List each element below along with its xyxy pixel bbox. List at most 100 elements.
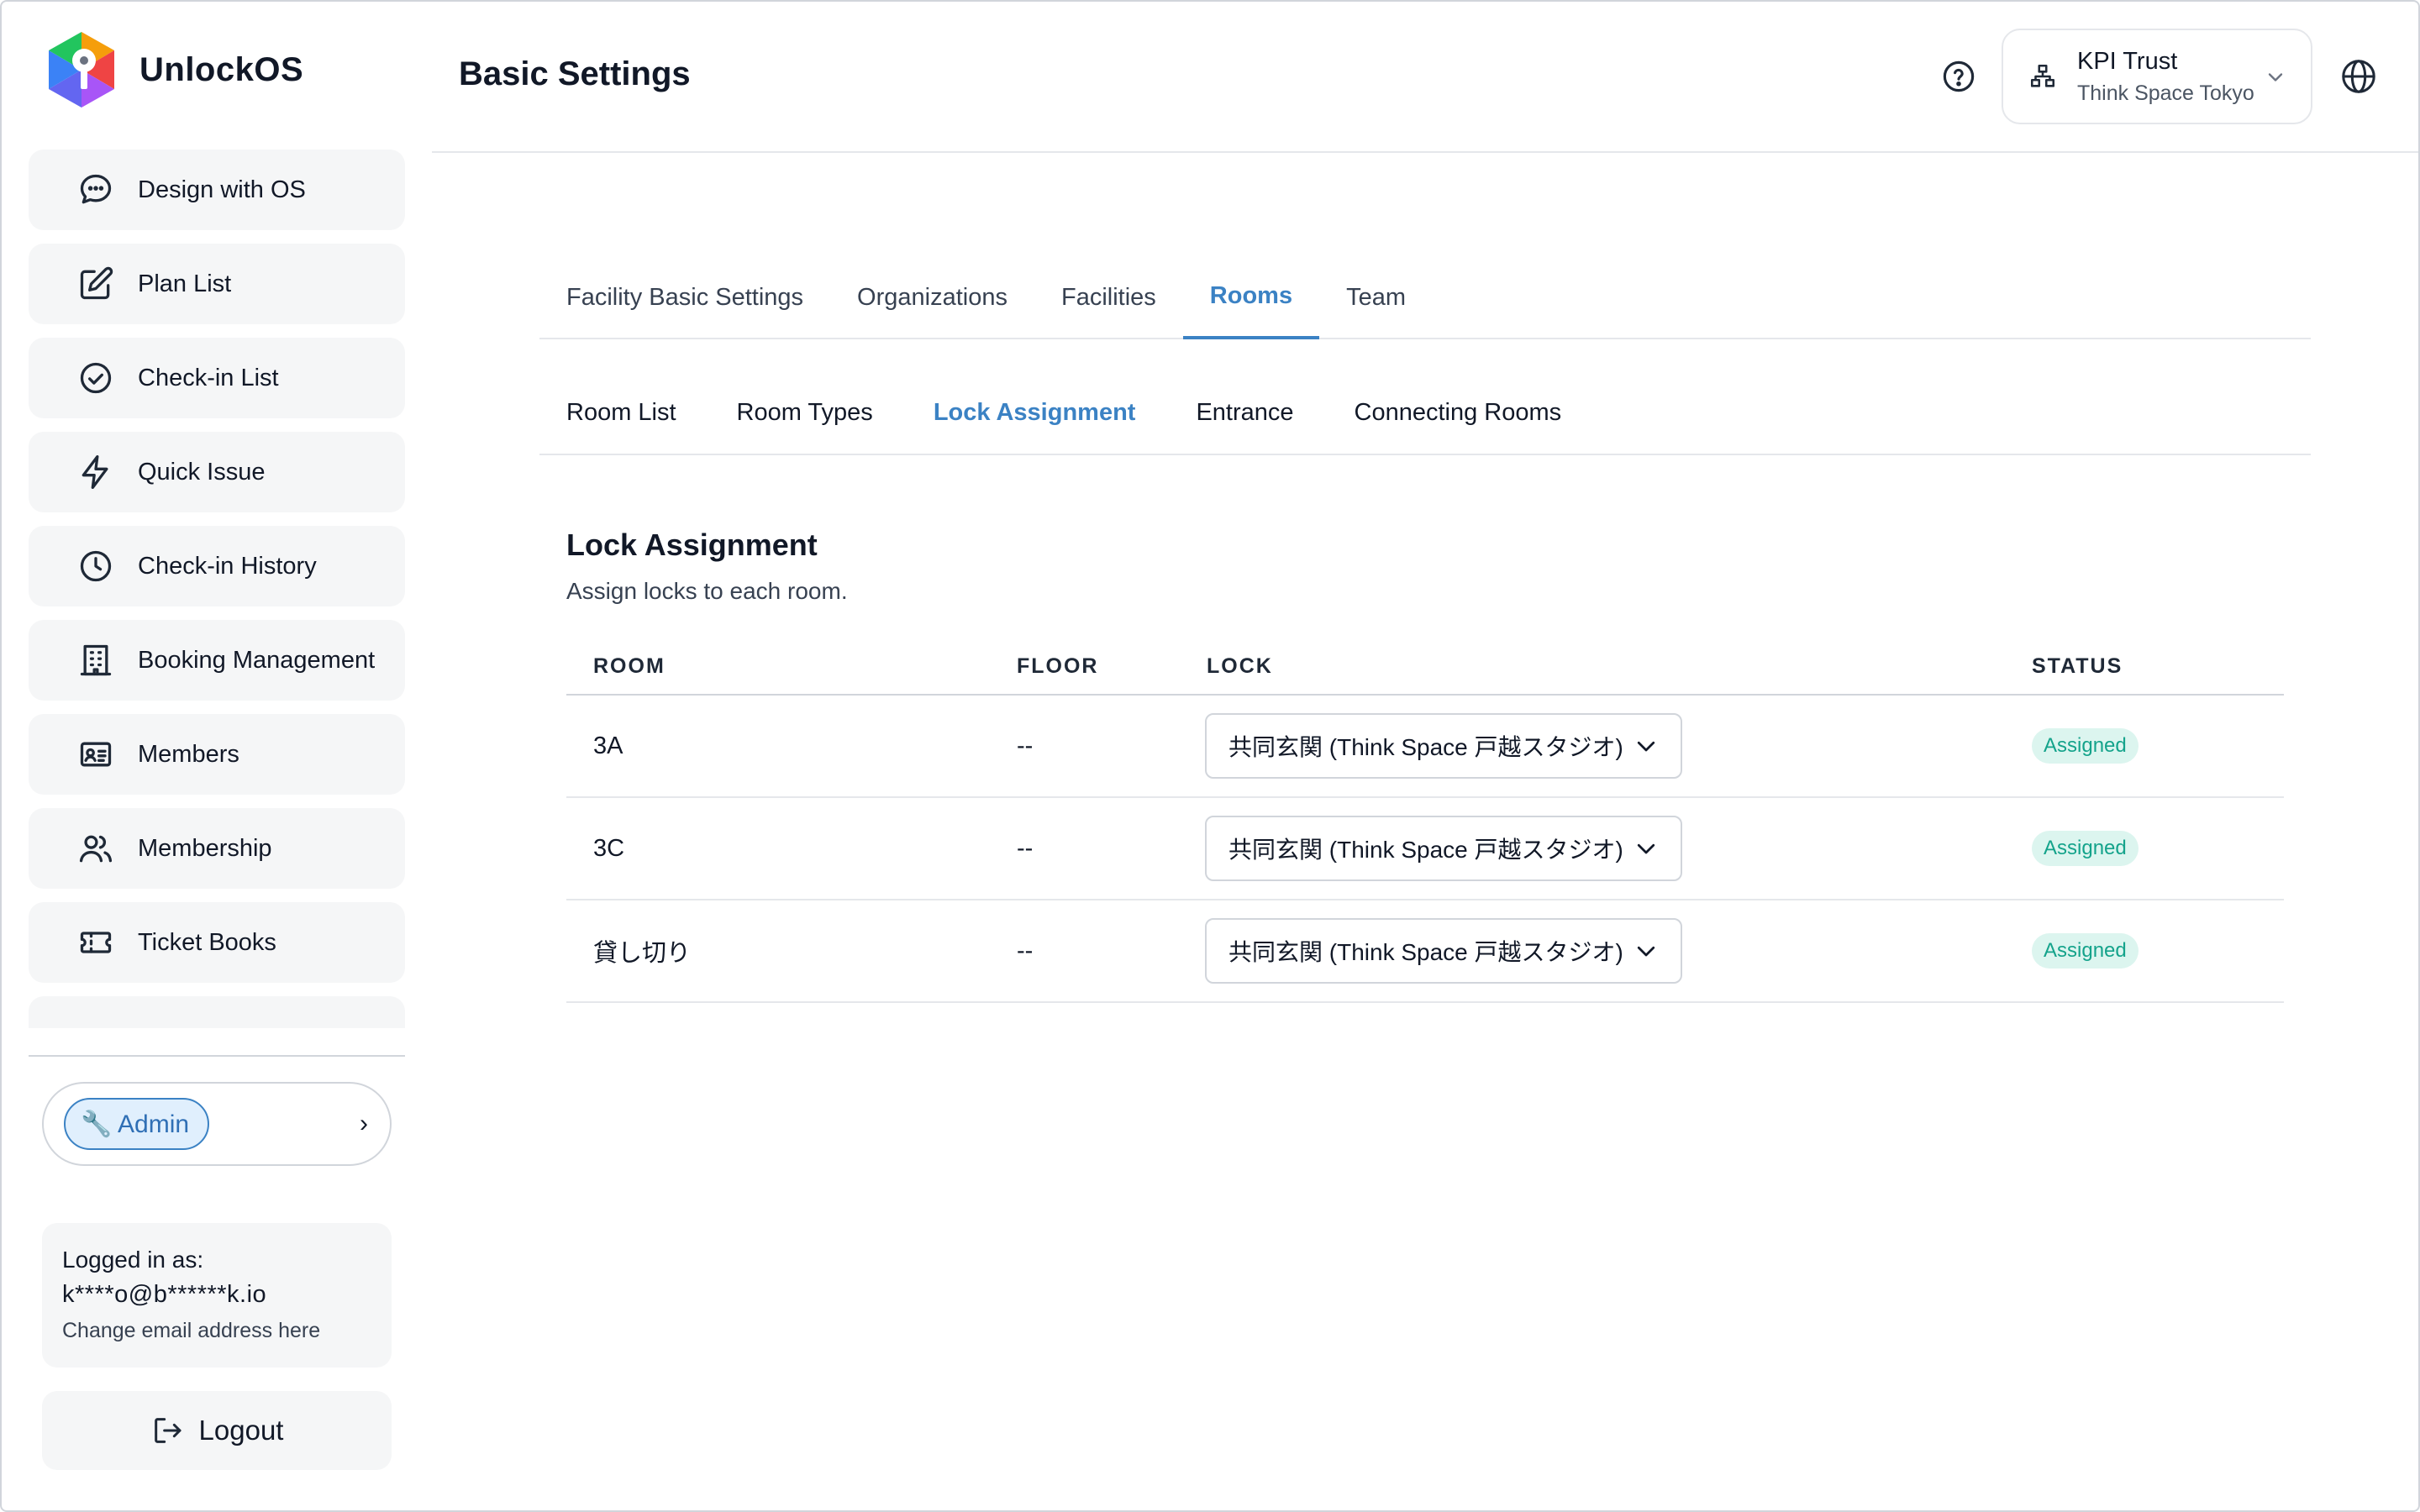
organization-name: KPI Trust	[2077, 48, 2178, 75]
subtab-lock-assignment[interactable]: Lock Assignment	[903, 381, 1166, 454]
sidebar-item-label: Members	[138, 740, 239, 768]
organization-switcher[interactable]: KPI Trust Think Space Tokyo	[2002, 29, 2312, 124]
tab-facility-basic-settings[interactable]: Facility Basic Settings	[539, 265, 830, 339]
chevron-down-icon	[2268, 73, 2283, 81]
ticket-icon	[80, 932, 112, 953]
sidebar-item-design-with-os[interactable]: Design with OS	[29, 150, 405, 230]
section-title: Lock Assignment	[566, 528, 818, 562]
admin-role-badge: 🔧 Admin	[64, 1098, 210, 1150]
sidebar-item-label: Check-in List	[138, 364, 279, 391]
help-icon[interactable]	[1941, 59, 1976, 94]
sidebar-divider	[29, 1055, 405, 1057]
sidebar-item-ticket-books[interactable]: Ticket Books	[29, 902, 405, 983]
table-row: 貸し切り -- 共同玄関 (Think Space 戸越スタジオ) Assign…	[566, 900, 2284, 1003]
building-icon	[80, 644, 112, 676]
lock-assignment-table: ROOM FLOOR LOCK STATUS 3A -- 共同玄関 (Think…	[566, 638, 2284, 1003]
chevron-down-icon	[1637, 843, 1655, 854]
sidebar: UnlockOS Design with OS Plan List Check-…	[0, 0, 432, 1512]
sidebar-item-quick-issue[interactable]: Quick Issue	[29, 432, 405, 512]
status-cell: Assigned	[2023, 933, 2284, 969]
brand-name: UnlockOS	[139, 50, 304, 88]
subtab-entrance[interactable]: Entrance	[1165, 381, 1323, 454]
lock-select[interactable]: 共同玄関 (Think Space 戸越スタジオ)	[1205, 816, 1682, 881]
rooms-subtabs: Room List Room Types Lock Assignment Ent…	[539, 381, 2311, 455]
lock-cell: 共同玄関 (Think Space 戸越スタジオ)	[1188, 816, 2023, 881]
check-circle-icon	[80, 362, 112, 394]
floor-cell: --	[1017, 834, 1034, 862]
status-badge: Assigned	[2032, 728, 2139, 764]
chat-bubble-icon	[80, 174, 112, 204]
column-header-room: ROOM	[593, 654, 666, 678]
sidebar-item-label: Booking Management	[138, 646, 376, 674]
logout-icon	[154, 1418, 182, 1443]
logout-button[interactable]: Logout	[42, 1391, 392, 1470]
login-label: Logged in as:	[62, 1247, 204, 1273]
sidebar-item-label: Ticket Books	[138, 928, 276, 956]
unlockos-logo-icon	[49, 32, 114, 108]
role-switcher[interactable]: 🔧 Admin ›	[42, 1082, 392, 1166]
globe-icon[interactable]	[2339, 57, 2378, 96]
column-header-lock: LOCK	[1207, 654, 1273, 678]
room-cell: 3C	[593, 834, 625, 862]
sidebar-item-partial[interactable]	[29, 996, 405, 1028]
tab-organizations[interactable]: Organizations	[830, 265, 1034, 339]
status-cell: Assigned	[2023, 831, 2284, 866]
sidebar-item-label: Design with OS	[138, 176, 306, 203]
edit-icon	[80, 266, 113, 300]
floor-cell: --	[1017, 937, 1034, 964]
sidebar-item-membership[interactable]: Membership	[29, 808, 405, 889]
change-email-link[interactable]: Change email address here	[62, 1312, 371, 1349]
lightning-icon	[82, 455, 108, 489]
sidebar-nav: Design with OS Plan List Check-in List Q…	[29, 150, 405, 1028]
partial-icon	[77, 1018, 114, 1028]
subtab-room-list[interactable]: Room List	[539, 381, 707, 454]
table-header: ROOM FLOOR LOCK STATUS	[566, 638, 2284, 696]
sidebar-item-check-in-history[interactable]: Check-in History	[29, 526, 405, 606]
table-row: 3C -- 共同玄関 (Think Space 戸越スタジオ) Assigned	[566, 798, 2284, 900]
floor-cell: --	[1017, 732, 1034, 759]
status-badge: Assigned	[2032, 831, 2139, 866]
subtab-connecting-rooms[interactable]: Connecting Rooms	[1324, 381, 1592, 454]
sidebar-item-label: Quick Issue	[138, 458, 266, 486]
chevron-right-icon: ›	[360, 1110, 368, 1137]
users-icon	[79, 835, 113, 863]
chevron-down-icon	[1637, 946, 1655, 957]
lock-select-value: 共同玄関 (Think Space 戸越スタジオ)	[1228, 734, 1623, 760]
page-title: Basic Settings	[459, 55, 691, 92]
lock-cell: 共同玄関 (Think Space 戸越スタジオ)	[1188, 918, 2023, 984]
sidebar-item-plan-list[interactable]: Plan List	[29, 244, 405, 324]
sidebar-item-check-in-list[interactable]: Check-in List	[29, 338, 405, 418]
status-cell: Assigned	[2023, 728, 2284, 764]
tab-rooms[interactable]: Rooms	[1182, 265, 1320, 339]
id-card-icon	[80, 742, 112, 767]
brand[interactable]: UnlockOS	[49, 32, 303, 108]
sidebar-item-booking-management[interactable]: Booking Management	[29, 620, 405, 701]
column-header-status: STATUS	[2032, 654, 2123, 678]
sidebar-item-label: Plan List	[138, 270, 232, 297]
room-cell: 3A	[593, 732, 623, 759]
hierarchy-icon	[2030, 64, 2055, 87]
login-info: Logged in as: k****o@b******k.io Change …	[42, 1223, 392, 1368]
lock-select-value: 共同玄関 (Think Space 戸越スタジオ)	[1228, 939, 1623, 965]
lock-cell: 共同玄関 (Think Space 戸越スタジオ)	[1188, 713, 2023, 779]
lock-select-value: 共同玄関 (Think Space 戸越スタジオ)	[1228, 837, 1623, 863]
lock-select[interactable]: 共同玄関 (Think Space 戸越スタジオ)	[1205, 713, 1682, 779]
room-cell: 貸し切り	[593, 940, 692, 967]
top-header: Basic Settings KPI Trust Think Space Tok…	[432, 0, 2420, 153]
lock-select[interactable]: 共同玄関 (Think Space 戸越スタジオ)	[1205, 918, 1682, 984]
section-description: Assign locks to each room.	[566, 578, 848, 604]
chevron-down-icon	[1637, 741, 1655, 752]
sidebar-item-members[interactable]: Members	[29, 714, 405, 795]
login-email: k****o@b******k.io	[62, 1281, 267, 1308]
table-row: 3A -- 共同玄関 (Think Space 戸越スタジオ) Assigned	[566, 696, 2284, 798]
tab-facilities[interactable]: Facilities	[1034, 265, 1183, 339]
logout-label: Logout	[198, 1415, 284, 1446]
sidebar-item-label: Membership	[138, 834, 272, 862]
status-badge: Assigned	[2032, 933, 2139, 969]
sidebar-item-label: Check-in History	[138, 552, 317, 580]
settings-tabs: Facility Basic Settings Organizations Fa…	[539, 265, 2311, 339]
clock-icon	[80, 550, 112, 582]
tab-team[interactable]: Team	[1319, 265, 1433, 339]
subtab-room-types[interactable]: Room Types	[707, 381, 903, 454]
column-header-floor: FLOOR	[1017, 654, 1099, 678]
